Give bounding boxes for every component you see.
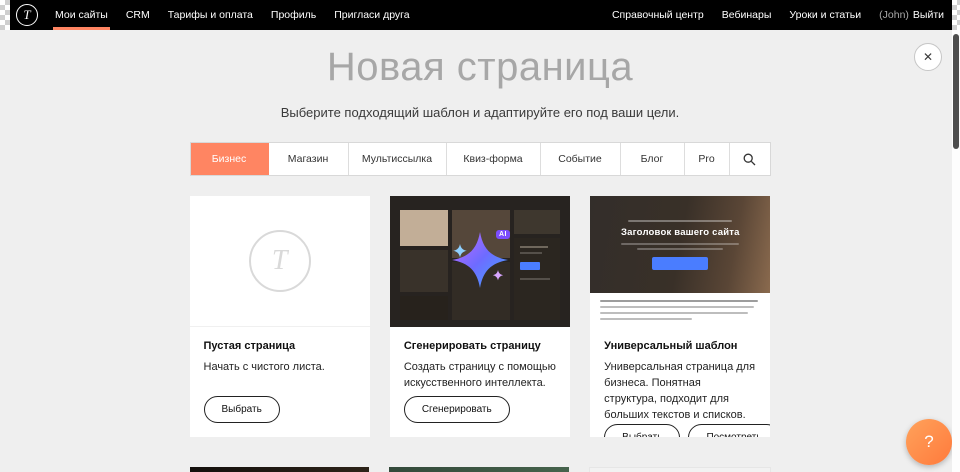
preview-text-line	[600, 318, 692, 320]
generate-button[interactable]: Сгенерировать	[404, 396, 510, 423]
nav-item-webinars[interactable]: Вебинары	[713, 9, 781, 21]
help-button[interactable]: ?	[906, 419, 952, 465]
nav-item-invite-friend[interactable]: Пригласи друга	[325, 0, 418, 30]
preview-text-line	[600, 300, 758, 302]
card-body: Пустая страница Начать с чистого листа. …	[190, 327, 370, 437]
tilda-logo-letter: T	[23, 7, 30, 23]
template-card-partial[interactable]	[589, 467, 771, 472]
template-grid: T Пустая страница Начать с чистого листа…	[190, 196, 771, 437]
ai-badge: AI	[496, 230, 510, 239]
tilda-logo[interactable]: T	[16, 4, 38, 26]
preview-hero-section: Заголовок вашего сайта	[590, 196, 770, 293]
user-name: (John)	[879, 9, 909, 21]
secondary-nav: Справочный центр Вебинары Уроки и статьи…	[603, 9, 944, 21]
preview-text-line	[520, 278, 550, 280]
card-title: Пустая страница	[204, 340, 356, 352]
nav-item-tariffs[interactable]: Тарифы и оплата	[159, 0, 262, 30]
template-card-partial[interactable]	[190, 467, 370, 472]
preview-text-line	[520, 252, 542, 254]
preview-cta-button-shape	[652, 257, 708, 270]
tilda-watermark-icon: T	[249, 230, 311, 292]
ai-star-icon	[450, 230, 510, 290]
tab-event[interactable]: Событие	[541, 143, 621, 175]
preview-text-line	[600, 306, 754, 308]
nav-item-crm[interactable]: CRM	[117, 0, 159, 30]
tab-quiz-form[interactable]: Квиз-форма	[447, 143, 541, 175]
preview-hero-title: Заголовок вашего сайта	[621, 227, 740, 238]
preview-text-line	[628, 220, 732, 222]
card-title: Универсальный шаблон	[604, 340, 756, 352]
blank-template-preview[interactable]: T	[190, 196, 370, 327]
tab-blog[interactable]: Блог	[621, 143, 685, 175]
close-button[interactable]: ✕	[914, 43, 942, 71]
search-icon	[743, 153, 756, 166]
preview-tile	[400, 210, 448, 246]
card-body: Универсальный шаблон Универсальная стран…	[590, 327, 770, 437]
template-category-tabs: Бизнес Магазин Мультиссылка Квиз-форма С…	[190, 142, 771, 176]
choose-universal-button[interactable]: Выбрать	[604, 424, 680, 437]
topbar: T Мои сайты CRM Тарифы и оплата Профиль …	[0, 0, 960, 30]
question-mark-icon: ?	[924, 432, 933, 452]
card-body: Сгенерировать страницу Создать страницу …	[390, 327, 570, 437]
tab-pro[interactable]: Pro	[685, 143, 730, 175]
tilda-watermark-letter: T	[272, 245, 288, 277]
logout-link[interactable]: Выйти	[913, 9, 944, 21]
transparency-pattern-right	[952, 0, 960, 30]
preview-text-line	[600, 312, 748, 314]
preview-text-line	[621, 243, 739, 245]
tab-shop[interactable]: Магазин	[269, 143, 349, 175]
preview-text-line	[637, 248, 723, 250]
preview-sidebar	[514, 238, 560, 320]
template-card-ai: AI Сгенерировать страницу Создать страни…	[390, 196, 570, 437]
nav-item-profile[interactable]: Профиль	[262, 0, 325, 30]
card-actions: Сгенерировать	[404, 396, 556, 423]
card-description: Универсальная страница для бизнеса. Поня…	[604, 360, 756, 424]
scrollbar-thumb[interactable]	[953, 34, 959, 149]
card-description: Начать с чистого листа.	[204, 360, 356, 376]
universal-template-preview[interactable]: Заголовок вашего сайта	[590, 196, 770, 327]
close-icon: ✕	[923, 50, 933, 64]
tab-multilink[interactable]: Мультиссылка	[349, 143, 447, 175]
preview-button-shape	[520, 262, 540, 270]
ai-template-preview[interactable]: AI	[390, 196, 570, 327]
nav-item-help-center[interactable]: Справочный центр	[603, 9, 713, 21]
transparency-pattern-left	[0, 0, 10, 30]
card-title: Сгенерировать страницу	[404, 340, 556, 352]
view-universal-button[interactable]: Посмотреть	[688, 424, 770, 437]
card-actions: Выбрать Посмотреть	[604, 424, 756, 437]
preview-text-block	[590, 293, 770, 327]
preview-tile	[514, 210, 560, 234]
choose-blank-button[interactable]: Выбрать	[204, 396, 280, 423]
preview-tile	[400, 296, 448, 320]
scrollbar-track[interactable]	[952, 30, 960, 472]
template-grid-row-2	[190, 467, 771, 472]
tab-search[interactable]	[730, 143, 770, 175]
tab-business[interactable]: Бизнес	[191, 143, 269, 175]
page-title: Новая страница	[0, 46, 960, 88]
nav-item-lessons[interactable]: Уроки и статьи	[780, 9, 870, 21]
main-nav: Мои сайты CRM Тарифы и оплата Профиль Пр…	[46, 0, 419, 30]
preview-text-line	[520, 246, 548, 248]
template-card-partial[interactable]	[389, 467, 569, 472]
page-subtitle: Выберите подходящий шаблон и адаптируйте…	[0, 105, 960, 120]
card-actions: Выбрать	[204, 396, 356, 423]
nav-item-my-sites[interactable]: Мои сайты	[46, 0, 117, 30]
template-card-universal: Заголовок вашего сайта Универсальный шаб…	[590, 196, 770, 437]
template-card-blank: T Пустая страница Начать с чистого листа…	[190, 196, 370, 437]
preview-tile	[400, 250, 448, 292]
card-description: Создать страницу с помощью искусственног…	[404, 360, 556, 392]
